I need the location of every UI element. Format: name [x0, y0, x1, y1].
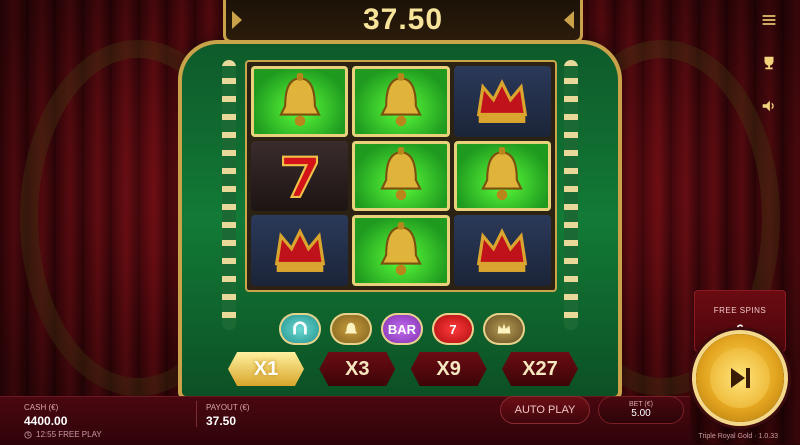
multiplier-x1: X1 — [228, 352, 304, 386]
skip-play-icon — [710, 348, 770, 408]
sound-icon[interactable] — [754, 91, 784, 121]
multiplier-x3: X3 — [319, 352, 396, 386]
bet-selector[interactable]: BET (€) 5.00 — [598, 396, 684, 424]
auto-play-button[interactable]: AUTO PLAY — [500, 396, 590, 424]
bell-icon — [481, 147, 524, 201]
cabinet-light-rim-right — [564, 60, 578, 330]
reel-cell-crown — [251, 215, 349, 286]
crown-icon — [483, 313, 525, 345]
status-text: 12:55 FREE PLAY — [36, 430, 102, 439]
free-spins-label: FREE SPINS — [713, 305, 767, 315]
payout-label: PAYOUT (€) — [206, 403, 250, 412]
seven-symbol: 7 — [432, 313, 474, 345]
multiplier-bar: X1 X3 X9 X27 — [228, 352, 578, 388]
reel-cell-crown — [453, 215, 551, 286]
payout-value: 37.50 — [206, 414, 237, 428]
cash-label: CASH (€) — [24, 403, 59, 412]
clock-icon — [24, 430, 32, 439]
payout-display: PAYOUT (€) 37.50 — [206, 403, 250, 428]
menu-icon[interactable] — [754, 5, 784, 35]
bet-label: BET (€) — [629, 401, 653, 408]
crown-icon — [477, 228, 528, 272]
reel-grid — [245, 60, 557, 292]
bar-symbol: BAR — [381, 313, 423, 345]
multiplier-x27: X27 — [501, 352, 578, 386]
bet-value: 5.00 — [631, 408, 651, 419]
win-arrow-left-icon — [232, 11, 242, 29]
reel-cell-gold-bell — [251, 66, 349, 137]
horseshoe-icon — [279, 313, 321, 345]
win-arrow-right-icon — [564, 11, 574, 29]
bell-icon — [380, 222, 422, 276]
cabinet-light-rim-left — [222, 60, 236, 330]
crown-icon — [274, 228, 325, 272]
reel-cell-bell — [453, 140, 551, 212]
win-amount: 37.50 — [362, 3, 444, 36]
paytable-symbols: BAR 7 — [270, 313, 534, 347]
cash-display: CASH (€) 4400.00 — [24, 403, 67, 428]
win-display: 37.50 — [223, 0, 583, 43]
divider — [196, 401, 197, 427]
reel-cell-bell — [352, 140, 450, 212]
cash-value: 4400.00 — [24, 414, 68, 428]
reel-cell-crown — [453, 66, 551, 137]
bell-icon — [380, 72, 422, 126]
seven-icon — [281, 155, 318, 199]
trophy-icon[interactable] — [754, 48, 784, 78]
status-row: 12:55 FREE PLAY — [24, 430, 102, 439]
spin-button[interactable] — [696, 334, 784, 422]
reel-cell-bell — [352, 215, 450, 286]
multiplier-x9: X9 — [410, 352, 487, 386]
reel-cell-bell — [352, 66, 450, 137]
game-name: Triple Royal Gold · 1.0.33 — [698, 433, 779, 440]
bell-icon — [330, 313, 372, 345]
bell-icon — [278, 72, 321, 126]
reel-cell-seven — [251, 140, 349, 212]
bell-icon — [380, 147, 422, 201]
crown-icon — [477, 78, 528, 123]
